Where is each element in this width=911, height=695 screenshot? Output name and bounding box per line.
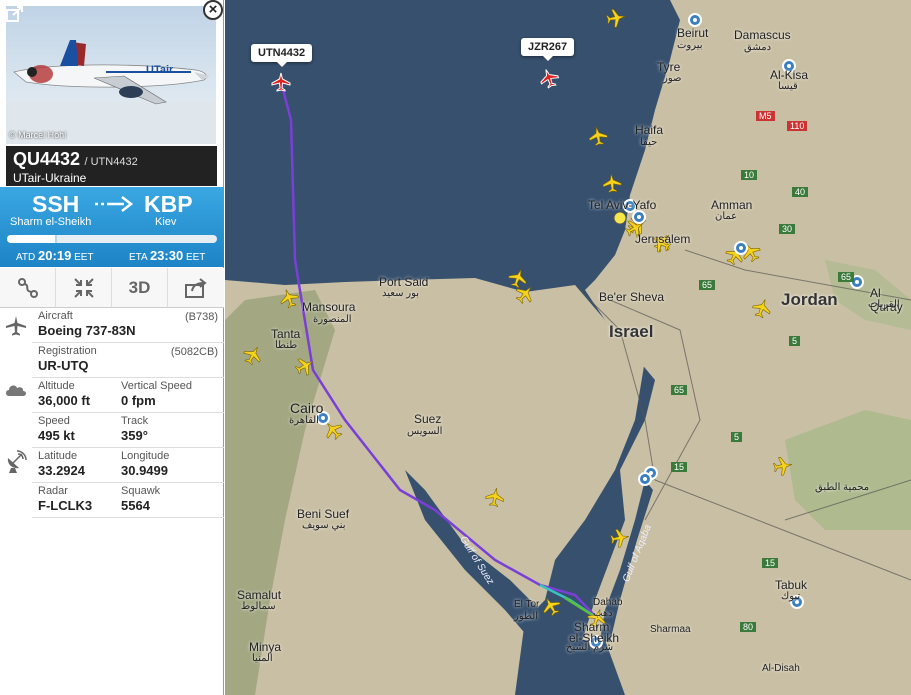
destination-city: Kiev <box>155 216 177 228</box>
route-icon <box>17 278 38 298</box>
airport-layer <box>316 13 864 649</box>
share-button[interactable] <box>168 268 224 308</box>
route-button[interactable] <box>0 268 56 308</box>
photo-credit[interactable]: © Marcel Hohl <box>9 130 66 140</box>
label-cairo: Cairo <box>290 400 324 416</box>
label-sharm-ar: شرم الشيخ <box>566 642 614 653</box>
aircraft-icon <box>6 316 26 336</box>
label-tanta-ar: طنطا <box>275 340 298 351</box>
label-beirut: Beirut <box>677 26 709 40</box>
cloud-icon <box>6 385 26 396</box>
label-port-said-ar: بور سعيد <box>382 288 420 299</box>
flight-progress-bar <box>7 235 217 243</box>
flight-tag-jzr267[interactable]: JZR267 <box>521 38 575 61</box>
speed-cell: Speed 495 kt <box>38 415 75 443</box>
radar-cell: Radar F-LCLK3 <box>38 485 93 513</box>
label-suez-ar: السويس <box>407 426 443 437</box>
flight-number: QU4432 <box>13 149 81 169</box>
external-link-icon[interactable] <box>6 6 24 22</box>
share-icon <box>185 278 207 298</box>
destination-code[interactable]: KBP <box>144 191 193 218</box>
label-beni-suef-ar: بني سويف <box>302 520 346 531</box>
collapse-icon <box>73 278 94 298</box>
vertical-speed-cell: Vertical Speed 0 fpm <box>121 380 192 408</box>
label-haifa-ar: حيفا <box>640 137 658 148</box>
label-jerusalem: Jerusalem <box>635 232 691 246</box>
label-haifa: Haifa <box>635 123 664 137</box>
squawk-cell: Squawk 5564 <box>121 485 161 513</box>
label-dahab: Dahab <box>593 597 623 608</box>
label-tel-aviv: Tel Aviv-Yafo <box>588 198 657 212</box>
label-beni-suef: Beni Suef <box>297 507 350 521</box>
close-button[interactable]: × <box>203 0 223 20</box>
label-el-tor-ar: الطور <box>514 611 539 622</box>
label-samalut: Samalut <box>237 588 282 602</box>
route-arrow-icon <box>95 196 134 212</box>
label-beirut-ar: بيروت <box>677 40 703 51</box>
label-jordan: Jordan <box>781 290 838 309</box>
label-damascus: Damascus <box>734 28 791 42</box>
label-al-disah: Al-Disah <box>762 663 800 674</box>
aircraft-photo[interactable]: UTair © Marcel Hohl <box>6 6 216 144</box>
registration-row: Registration UR-UTQ (5082CB) <box>32 343 224 378</box>
airplane-image: UTair <box>6 40 216 144</box>
flight-tag-utn4432[interactable]: UTN4432 <box>251 44 313 67</box>
airline-name: UTair-Ukraine <box>13 171 87 185</box>
label-cairo-ar: القاهرة <box>289 415 319 426</box>
flight-progress-fill <box>7 235 58 243</box>
label-israel: Israel <box>609 322 654 341</box>
label-amman: Amman <box>711 198 753 212</box>
label-alkisa: Al-Kisa <box>770 68 809 82</box>
longitude-cell: Longitude 30.9499 <box>121 450 170 478</box>
label-tyre-ar: صور <box>663 73 682 84</box>
label-minya: Minya <box>249 640 282 654</box>
label-al-quray-ar: القريات <box>868 299 900 310</box>
toolbar: 3D <box>0 268 224 308</box>
aircraft-code: (B738) <box>184 311 218 323</box>
flight-info-panel: UTair © Marcel Hohl × QU4432 / UTN4432 U… <box>0 0 224 695</box>
map-view[interactable]: M5 110 10 30 40 65 65 15 15 5 5 80 65 Be… <box>225 0 911 695</box>
label-suez: Suez <box>414 412 442 426</box>
label-minya-ar: المنيا <box>252 653 273 664</box>
aircraft-row: Aircraft Boeing 737-83N (B738) <box>32 308 224 343</box>
label-reserve-ar: محمية الطبق <box>815 482 870 493</box>
track-cell: Track 359° <box>121 415 149 443</box>
label-damascus-ar: دمشق <box>744 42 772 53</box>
label-amman-ar: عمان <box>715 211 738 222</box>
position-row: Latitude 33.2924 Longitude 30.9499 <box>32 448 224 483</box>
svg-text:UTair: UTair <box>146 64 174 76</box>
origin-code[interactable]: SSH <box>32 191 79 218</box>
altitude-row: Altitude 36,000 ft Vertical Speed 0 fpm <box>32 378 224 413</box>
label-tabuk-ar: تبوك <box>781 591 801 602</box>
callsign: / UTN4432 <box>84 156 138 168</box>
speed-row: Speed 495 kt Track 359° <box>32 413 224 448</box>
label-el-tor: El Tor <box>514 599 540 610</box>
radar-dish-icon <box>7 450 27 473</box>
view-3d-button[interactable]: 3D <box>112 268 168 308</box>
radar-row: Radar F-LCLK3 Squawk 5564 <box>32 483 224 518</box>
aircraft-cell: Aircraft Boeing 737-83N <box>38 310 136 338</box>
label-samalut-ar: سمالوط <box>241 601 276 612</box>
arrival-time: ETA 23:30 EET <box>129 248 206 263</box>
registration-code: (5082CB) <box>170 346 218 358</box>
label-mansoura-ar: المنصورة <box>313 314 352 325</box>
origin-city: Sharm el-Sheikh <box>10 216 92 228</box>
flight-header: QU4432 / UTN4432 UTair-Ukraine <box>6 146 217 186</box>
label-beersheva: Be'er Sheva <box>599 290 664 304</box>
collapse-button[interactable] <box>56 268 112 308</box>
label-sharmaa: Sharmaa <box>650 624 691 635</box>
label-tyre: Tyre <box>657 60 681 74</box>
registration-cell: Registration UR-UTQ <box>38 345 97 373</box>
label-tanta: Tanta <box>271 327 301 341</box>
latitude-cell: Latitude 33.2924 <box>38 450 85 478</box>
label-port-said: Port Said <box>379 275 429 289</box>
route-section: SSH KBP Sharm el-Sheikh Kiev ATD 20:19 E… <box>0 187 224 267</box>
flight-details: Aircraft Boeing 737-83N (B738) Registrati… <box>0 308 224 518</box>
label-alkisa-ar: قيسا <box>778 81 798 92</box>
departure-time: ATD 20:19 EET <box>16 248 94 263</box>
label-dahab-ar: دهب <box>593 608 613 619</box>
label-mansoura: Mansoura <box>302 300 356 314</box>
altitude-cell: Altitude 36,000 ft <box>38 380 91 408</box>
label-tabuk: Tabuk <box>775 578 808 592</box>
